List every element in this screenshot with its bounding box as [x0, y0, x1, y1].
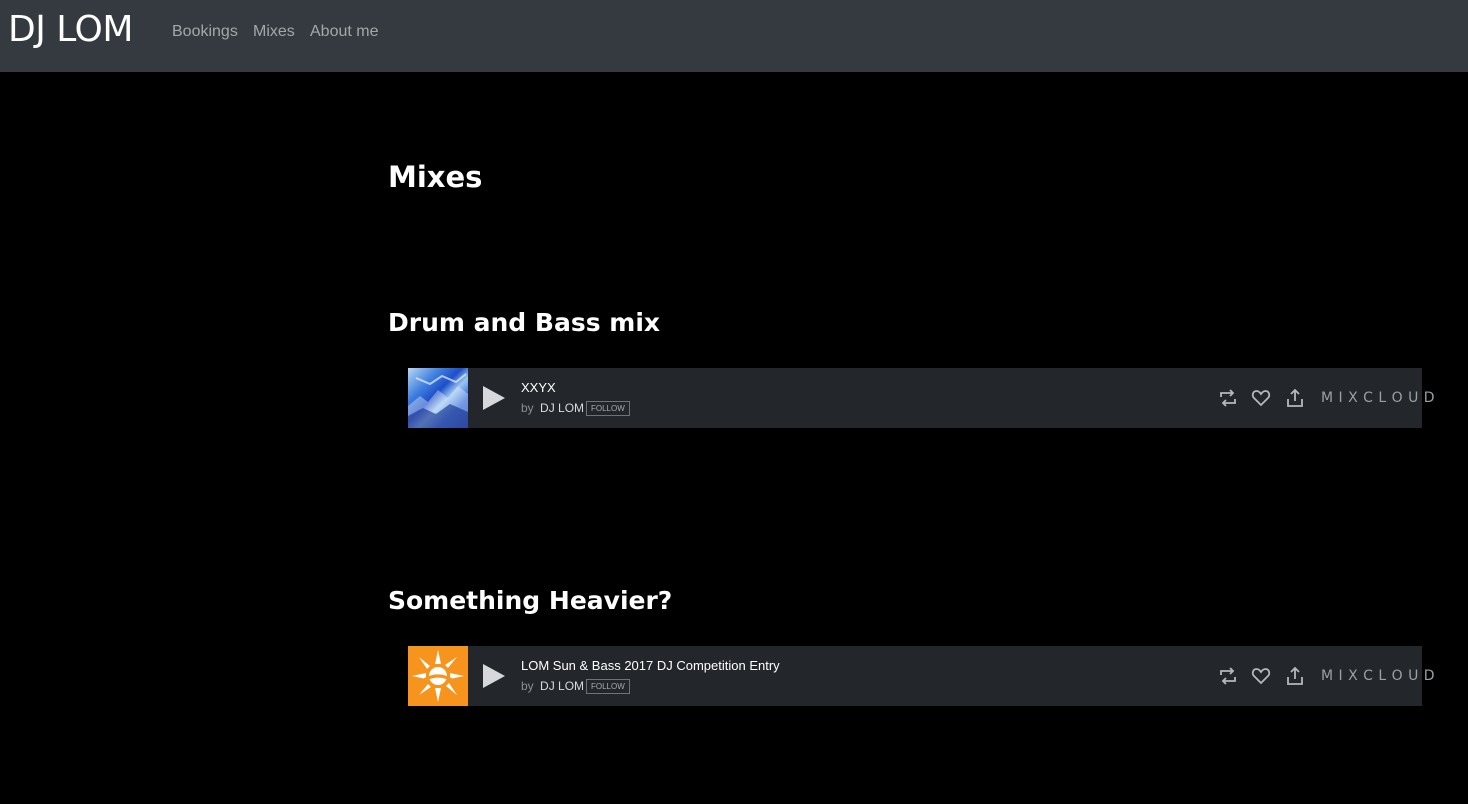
heart-icon[interactable]: [1251, 388, 1271, 408]
page-title: Mixes: [388, 160, 483, 194]
play-icon[interactable]: [482, 385, 506, 411]
by-label: by: [521, 401, 534, 415]
nav-link-bookings[interactable]: Bookings: [172, 22, 238, 42]
heart-icon[interactable]: [1251, 666, 1271, 686]
track-title[interactable]: LOM Sun & Bass 2017 DJ Competition Entry: [521, 658, 780, 674]
section-heading: Drum and Bass mix: [388, 308, 661, 337]
track-artwork[interactable]: [408, 646, 468, 706]
section-heading: Something Heavier?: [388, 586, 673, 615]
nav-link-mixes[interactable]: Mixes: [253, 22, 295, 42]
track-artwork[interactable]: [408, 368, 468, 428]
play-icon[interactable]: [482, 663, 506, 689]
artist-link[interactable]: DJ LOM: [540, 401, 584, 415]
navbar: DJ LOM Bookings Mixes About me: [0, 0, 1468, 72]
track-byline: by DJ LOM: [521, 400, 584, 416]
mixcloud-logo[interactable]: M I X C L O U D: [1321, 667, 1435, 685]
repost-icon[interactable]: [1218, 388, 1238, 408]
mixcloud-player: LOM Sun & Bass 2017 DJ Competition Entry…: [408, 646, 1435, 706]
mixcloud-player: XXYX by DJ LOM FOLLOW M I X C L O U D: [408, 368, 1435, 428]
share-icon[interactable]: [1285, 388, 1305, 408]
nav-link-about[interactable]: About me: [310, 22, 378, 42]
by-label: by: [521, 679, 534, 693]
follow-button[interactable]: FOLLOW: [586, 679, 630, 694]
share-icon[interactable]: [1285, 666, 1305, 686]
track-title[interactable]: XXYX: [521, 380, 556, 396]
artist-link[interactable]: DJ LOM: [540, 679, 584, 693]
repost-icon[interactable]: [1218, 666, 1238, 686]
track-byline: by DJ LOM: [521, 678, 584, 694]
mixcloud-logo[interactable]: M I X C L O U D: [1321, 389, 1435, 407]
follow-button[interactable]: FOLLOW: [586, 401, 630, 416]
brand-link[interactable]: DJ LOM: [8, 8, 133, 52]
